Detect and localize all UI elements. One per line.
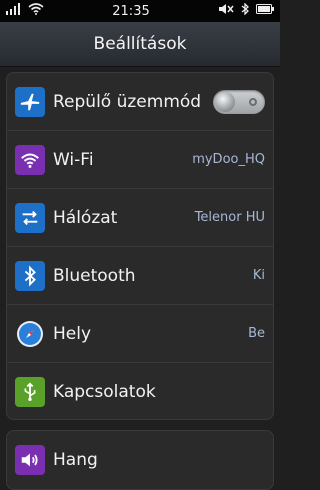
bluetooth-status-icon bbox=[240, 2, 250, 19]
settings-item-airplane-mode[interactable]: Repülő üzemmód bbox=[7, 73, 273, 131]
settings-item-wifi[interactable]: Wi-Fi myDoo_HQ bbox=[7, 131, 273, 189]
battery-icon bbox=[256, 3, 274, 19]
settings-item-sound[interactable]: Hang bbox=[7, 431, 273, 489]
status-left bbox=[6, 3, 44, 19]
airplane-mode-toggle[interactable] bbox=[213, 89, 265, 114]
status-bar: 21:35 bbox=[0, 0, 280, 22]
settings-item-value: Ki bbox=[252, 268, 265, 283]
settings-item-network[interactable]: Hálózat Telenor HU bbox=[7, 189, 273, 247]
settings-item-label: Kapcsolatok bbox=[53, 382, 156, 402]
settings-item-value: Telenor HU bbox=[194, 210, 265, 225]
page-title-bar: Beállítások bbox=[0, 22, 280, 67]
settings-item-connections[interactable]: Kapcsolatok bbox=[7, 363, 273, 421]
settings-item-label: Repülő üzemmód bbox=[53, 91, 202, 112]
toggle-knob bbox=[215, 91, 235, 112]
volume-icon bbox=[218, 3, 234, 19]
settings-item-label: Hálózat bbox=[53, 207, 118, 228]
clock: 21:35 bbox=[112, 3, 150, 19]
settings-item-value: myDoo_HQ bbox=[192, 152, 265, 167]
settings-item-value: Be bbox=[248, 326, 265, 341]
status-right bbox=[218, 2, 274, 19]
settings-item-label: Wi-Fi bbox=[53, 149, 94, 170]
usb-icon bbox=[15, 377, 45, 407]
settings-item-location[interactable]: Hely Be bbox=[7, 305, 273, 363]
location-icon bbox=[15, 319, 45, 349]
wifi-icon bbox=[15, 144, 45, 175]
page-title: Beállítások bbox=[93, 34, 187, 54]
settings-item-label: Hang bbox=[53, 450, 98, 470]
bluetooth-icon bbox=[15, 260, 45, 291]
toggle-off-indicator bbox=[249, 97, 257, 106]
speaker-icon bbox=[15, 445, 45, 475]
settings-item-label: Bluetooth bbox=[53, 265, 136, 286]
airplane-icon bbox=[15, 86, 45, 117]
settings-list-secondary: Hang bbox=[6, 430, 274, 490]
settings-item-label: Hely bbox=[53, 323, 92, 344]
network-icon bbox=[15, 202, 45, 233]
settings-list: Repülő üzemmód Wi-Fi myDoo_HQ Hálózat Te… bbox=[6, 72, 274, 420]
settings-item-bluetooth[interactable]: Bluetooth Ki bbox=[7, 247, 273, 305]
wifi-status-icon bbox=[28, 3, 44, 19]
signal-icon bbox=[6, 3, 22, 19]
